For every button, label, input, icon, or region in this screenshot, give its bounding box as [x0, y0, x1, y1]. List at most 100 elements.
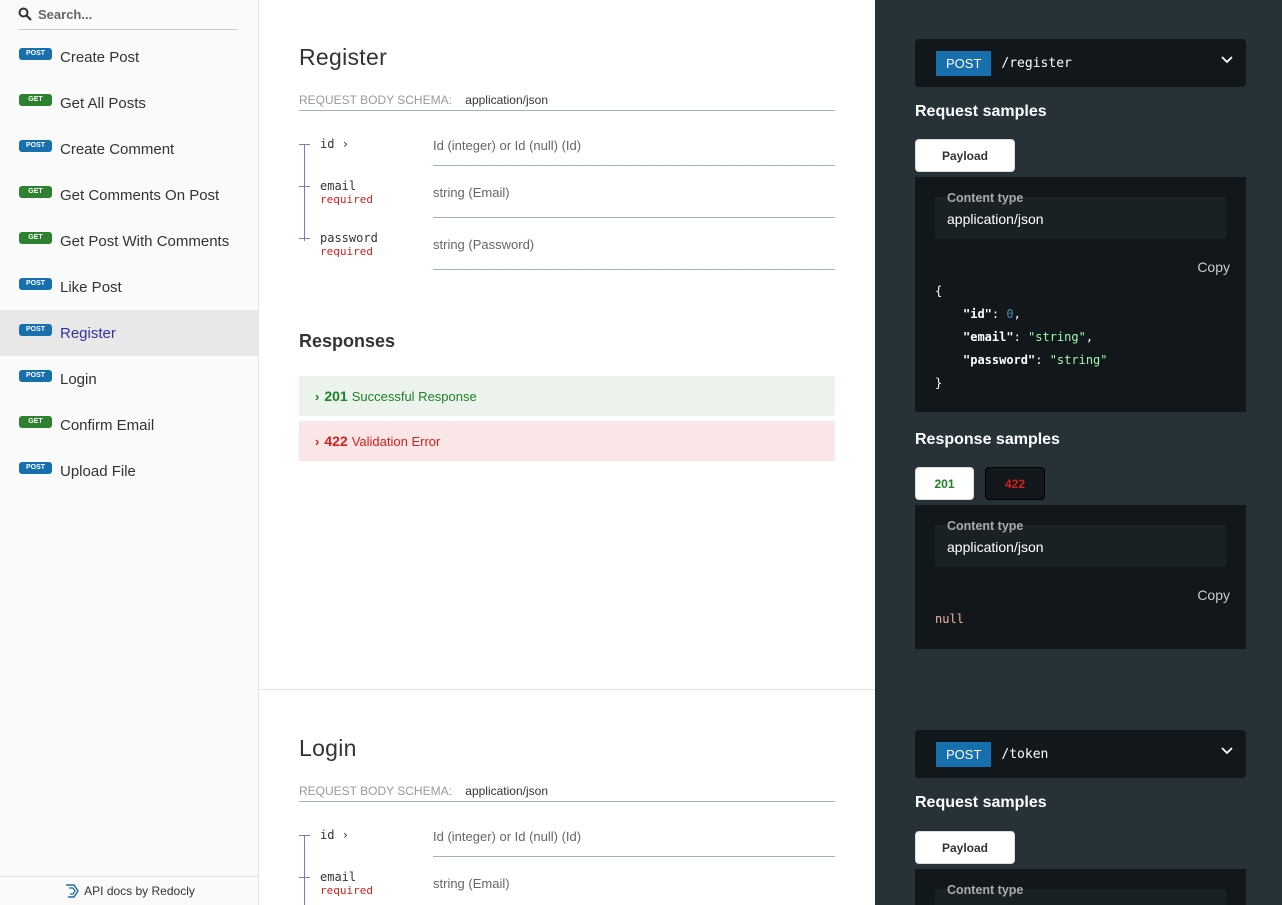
payload-tab[interactable]: Payload [915, 139, 1015, 172]
sidebar-item-get-post-with-comments[interactable]: GET Get Post With Comments [0, 218, 259, 264]
field-name-text: email [320, 870, 357, 884]
content-type-select[interactable]: Content type application/json [935, 191, 1226, 239]
field-name-text: password [320, 231, 378, 245]
field-name-text: id [320, 137, 335, 151]
payload-tab[interactable]: Payload [915, 831, 1015, 864]
json-line: "email": "string", [963, 330, 1094, 344]
response-text: Validation Error [351, 433, 441, 449]
endpoint-method: POST [936, 50, 992, 76]
sidebar-item-label: Upload File [60, 462, 136, 480]
field-type: string (Email) [433, 876, 510, 891]
sidebar-item-label: Create Post [60, 48, 140, 66]
json-key: "password" [963, 353, 1036, 367]
schema-fields: id › Id (integer) or Id (null) (Id) emai… [299, 111, 835, 270]
field-name: password required [299, 218, 433, 270]
endpoint-path: /register [1001, 55, 1072, 71]
operation-title: Login [299, 735, 357, 761]
sidebar-item-upload-file[interactable]: POST Upload File [0, 448, 259, 494]
sidebar-item-register[interactable]: POST Register [0, 310, 259, 356]
request-body-schema: REQUEST BODY SCHEMA: application/json [299, 93, 835, 111]
samples-panel: POST /register Request samples Payload C… [875, 0, 1282, 905]
register-section: Register REQUEST BODY SCHEMA: applicatio… [299, 44, 835, 270]
field-name: email required [299, 166, 433, 218]
endpoint-toggle[interactable]: POST /token [915, 730, 1246, 778]
required-label: required [320, 245, 373, 258]
schema-type: application/json [465, 93, 549, 107]
sidebar-item-label: Get Comments On Post [60, 186, 220, 204]
sidebar-item-confirm-email[interactable]: GET Confirm Email [0, 402, 259, 448]
json-key: "id" [963, 307, 992, 321]
method-badge: GET [19, 186, 52, 198]
content-type-value: application/json [947, 539, 1044, 555]
field-type: Id (integer) or Id (null) (Id) [433, 111, 835, 166]
content-type-label: Content type [947, 519, 1024, 533]
field-name[interactable]: id › [299, 111, 433, 166]
sidebar-item-label: Register [60, 324, 116, 342]
method-badge: GET [19, 416, 52, 428]
content-type-select[interactable]: Content type application/json [935, 519, 1226, 567]
json-sample: { "id": 0, "email": "string", "password"… [935, 280, 1108, 395]
field-id: id › Id (integer) or Id (null) (Id) [299, 111, 835, 166]
sidebar-item-label: Confirm Email [60, 416, 155, 434]
search-input[interactable] [38, 6, 228, 22]
json-key: "email" [963, 330, 1014, 344]
content-type-select[interactable]: Content type [935, 883, 1226, 905]
sidebar-menu: POST Create Post GET Get All Posts POST … [0, 34, 259, 494]
request-body-schema: REQUEST BODY SCHEMA: application/json [299, 784, 835, 802]
field-type: string (Password) [433, 218, 835, 270]
chevron-right-icon: › [315, 388, 320, 404]
method-badge: GET [19, 232, 52, 244]
required-label: required [320, 884, 373, 897]
sidebar-item-get-all-posts[interactable]: GET Get All Posts [0, 80, 259, 126]
method-badge: GET [19, 94, 52, 106]
footer-text: API docs by Redocly [84, 884, 195, 898]
sidebar-item-label: Get Post With Comments [60, 232, 230, 250]
tree-tick [299, 144, 310, 145]
json-value: 0 [1006, 307, 1014, 321]
response-201[interactable]: › 201 Successful Response [299, 376, 835, 416]
response-tab-422[interactable]: 422 [985, 467, 1045, 500]
field-id: id › Id (integer) or Id (null) (Id) [299, 802, 835, 857]
field-password: password required string (Password) [299, 218, 835, 270]
tree-tick [299, 238, 310, 239]
field-name: email required [299, 857, 433, 905]
copy-button[interactable]: Copy [1197, 259, 1230, 275]
field-name-text: id [320, 828, 335, 842]
response-tab-201[interactable]: 201 [915, 467, 974, 500]
tree-tick [299, 186, 310, 187]
sidebar-item-label: Like Post [60, 278, 122, 296]
field-email: email required string (Email) [299, 857, 835, 905]
expand-chevron-icon: › [341, 828, 349, 842]
chevron-down-icon [1221, 56, 1233, 64]
endpoint-toggle[interactable]: POST /register [915, 39, 1246, 87]
null-sample: null [935, 612, 964, 626]
field-email: email required string (Email) [299, 166, 835, 218]
operation-title: Register [299, 44, 388, 70]
sidebar-item-create-post[interactable]: POST Create Post [0, 34, 259, 80]
sidebar-item-login[interactable]: POST Login [0, 356, 259, 402]
login-section: Login REQUEST BODY SCHEMA: application/j… [299, 735, 835, 905]
json-line: "password": "string" [963, 353, 1108, 367]
endpoint-method: POST [936, 741, 992, 767]
json-value: "string" [1028, 330, 1086, 344]
schema-fields: id › Id (integer) or Id (null) (Id) emai… [299, 802, 835, 905]
response-code: 201 [324, 388, 348, 404]
tree-tick [299, 877, 310, 878]
copy-button[interactable]: Copy [1197, 587, 1230, 603]
field-name[interactable]: id › [299, 802, 433, 857]
sidebar-item-get-comments-on-post[interactable]: GET Get Comments On Post [0, 172, 259, 218]
content-type-label: Content type [947, 191, 1024, 205]
field-name-text: email [320, 179, 357, 193]
response-sample-panel: Content type application/json Copy null [915, 505, 1246, 649]
method-badge: POST [19, 48, 52, 60]
sidebar-item-like-post[interactable]: POST Like Post [0, 264, 259, 310]
sidebar: POST Create Post GET Get All Posts POST … [0, 0, 259, 905]
sidebar-item-create-comment[interactable]: POST Create Comment [0, 126, 259, 172]
field-type: Id (integer) or Id (null) (Id) [433, 802, 835, 857]
method-badge: POST [19, 370, 52, 382]
response-422[interactable]: › 422 Validation Error [299, 421, 835, 461]
search-bar [18, 0, 238, 30]
redocly-footer-link[interactable]: API docs by Redocly [0, 876, 259, 905]
chevron-right-icon: › [315, 433, 320, 449]
field-type: string (Email) [433, 166, 835, 218]
